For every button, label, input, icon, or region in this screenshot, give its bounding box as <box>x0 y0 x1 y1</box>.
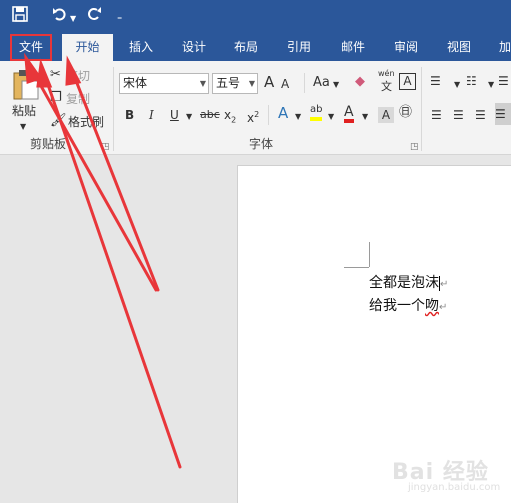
document-line[interactable]: 全都是泡沫↵ <box>369 272 448 292</box>
title-bar: ▼ ₌ <box>0 0 511 34</box>
align-left-icon[interactable]: ☰ <box>431 107 442 123</box>
bullets-icon[interactable]: ☰ <box>430 73 441 89</box>
numbering-icon[interactable]: ☷ <box>466 73 477 89</box>
strikethrough-button[interactable]: abc <box>200 107 220 123</box>
cut-button[interactable]: 剪切 <box>66 68 92 84</box>
chevron-down-icon[interactable]: ▼ <box>249 74 255 93</box>
group-divider <box>421 67 422 151</box>
watermark-url: jingyan.baidu.com <box>408 482 501 493</box>
line-text: 全都是泡沫 <box>369 275 439 291</box>
ribbon-home: 粘贴 ▼ ✂ 剪切 ❐ 复制 🖌 格式刷 剪贴板 ◳ 宋体 ▼ 五号 ▼ A A… <box>0 61 511 155</box>
customize-qat-icon[interactable]: ₌ <box>117 9 122 27</box>
line-text: 给我一个 <box>369 298 425 314</box>
clear-formatting-icon[interactable]: ◆ <box>355 74 365 90</box>
group-divider <box>113 67 114 151</box>
spelling-error-text: 吻 <box>425 298 439 314</box>
highlight-button[interactable]: ab <box>310 103 323 121</box>
paragraph-mark: ↵ <box>440 279 449 290</box>
copy-button[interactable]: 复制 <box>66 91 92 107</box>
font-color-button[interactable]: A <box>344 105 354 123</box>
tab-file[interactable]: 文件 <box>10 34 52 61</box>
chevron-down-icon[interactable]: ▼ <box>200 74 206 93</box>
chevron-down-icon[interactable]: ▼ <box>70 10 76 28</box>
subscript-button[interactable]: x2 <box>224 107 236 128</box>
toolbar-divider <box>304 73 305 93</box>
phonetic-guide-button[interactable]: 文 <box>381 79 392 95</box>
redo-icon[interactable] <box>86 6 102 26</box>
clipboard-launcher-icon[interactable]: ◳ <box>101 142 110 152</box>
font-size-combo[interactable]: 五号 ▼ <box>212 73 258 94</box>
toolbar-divider <box>268 105 269 125</box>
paragraph-mark: ↵ <box>439 302 448 313</box>
tab-design[interactable]: 设计 <box>171 34 217 61</box>
format-painter-icon[interactable]: 🖌 <box>50 113 67 129</box>
font-size-value: 五号 <box>216 76 241 90</box>
align-right-icon[interactable]: ☰ <box>475 107 486 123</box>
phonetic-guide-top[interactable]: wén <box>378 69 395 78</box>
superscript-button[interactable]: x2 <box>247 107 259 126</box>
paste-button[interactable]: 粘贴 <box>12 103 36 119</box>
font-group-label: 字体 <box>249 137 274 151</box>
font-name-combo[interactable]: 宋体 ▼ <box>119 73 209 94</box>
margin-corner-mark <box>344 267 369 268</box>
document-line[interactable]: 给我一个吻↵ <box>369 295 447 315</box>
paste-dropdown-icon[interactable]: ▼ <box>20 119 26 135</box>
chevron-down-icon[interactable]: ▼ <box>362 109 368 125</box>
font-name-value: 宋体 <box>123 76 148 90</box>
align-center-icon[interactable]: ☰ <box>453 107 464 123</box>
tab-insert[interactable]: 插入 <box>118 34 164 61</box>
chevron-down-icon[interactable]: ▼ <box>488 77 494 93</box>
clipboard-group-label: 剪贴板 <box>30 137 67 151</box>
bold-button[interactable]: B <box>125 107 134 123</box>
save-icon[interactable] <box>12 6 28 26</box>
paste-icon[interactable] <box>12 69 40 106</box>
undo-icon[interactable] <box>52 6 68 26</box>
chevron-down-icon[interactable]: ▼ <box>295 109 301 125</box>
underline-button[interactable]: U <box>170 107 179 123</box>
change-case-button[interactable]: Aa <box>313 75 330 91</box>
format-painter-button[interactable]: 格式刷 <box>68 114 104 130</box>
grow-font-button[interactable]: A <box>264 74 274 90</box>
text-effects-button[interactable]: A <box>278 105 288 121</box>
tab-mailings[interactable]: 邮件 <box>330 34 376 61</box>
italic-button[interactable]: I <box>149 107 154 123</box>
justify-icon[interactable]: ☰ <box>495 103 511 125</box>
multilevel-list-icon[interactable]: ☰ <box>498 73 509 89</box>
chevron-down-icon[interactable]: ▼ <box>333 77 339 93</box>
chevron-down-icon[interactable]: ▼ <box>454 77 460 93</box>
enclose-characters-icon[interactable]: ㊐ <box>399 105 412 121</box>
font-launcher-icon[interactable]: ◳ <box>410 142 419 152</box>
chevron-down-icon[interactable]: ▼ <box>186 109 192 125</box>
tab-home[interactable]: 开始 <box>62 34 113 61</box>
tab-addins[interactable]: 加 <box>490 34 511 61</box>
char-border-button[interactable]: A <box>399 73 416 90</box>
ribbon-tabs: 文件 开始 插入 设计 布局 引用 邮件 审阅 视图 加 <box>0 34 511 61</box>
tab-review[interactable]: 审阅 <box>383 34 429 61</box>
tab-view[interactable]: 视图 <box>436 34 482 61</box>
char-shading-button[interactable]: A <box>378 107 394 123</box>
chevron-down-icon[interactable]: ▼ <box>328 109 334 125</box>
margin-corner-mark <box>369 242 370 267</box>
copy-icon[interactable]: ❐ <box>50 90 62 106</box>
scissors-icon[interactable]: ✂ <box>50 67 61 83</box>
document-page[interactable] <box>237 165 511 503</box>
tab-layout[interactable]: 布局 <box>223 34 269 61</box>
subscript-digit: 2 <box>231 115 237 125</box>
shrink-font-button[interactable]: A <box>281 76 289 92</box>
superscript-digit: 2 <box>254 110 260 119</box>
tab-references[interactable]: 引用 <box>276 34 322 61</box>
